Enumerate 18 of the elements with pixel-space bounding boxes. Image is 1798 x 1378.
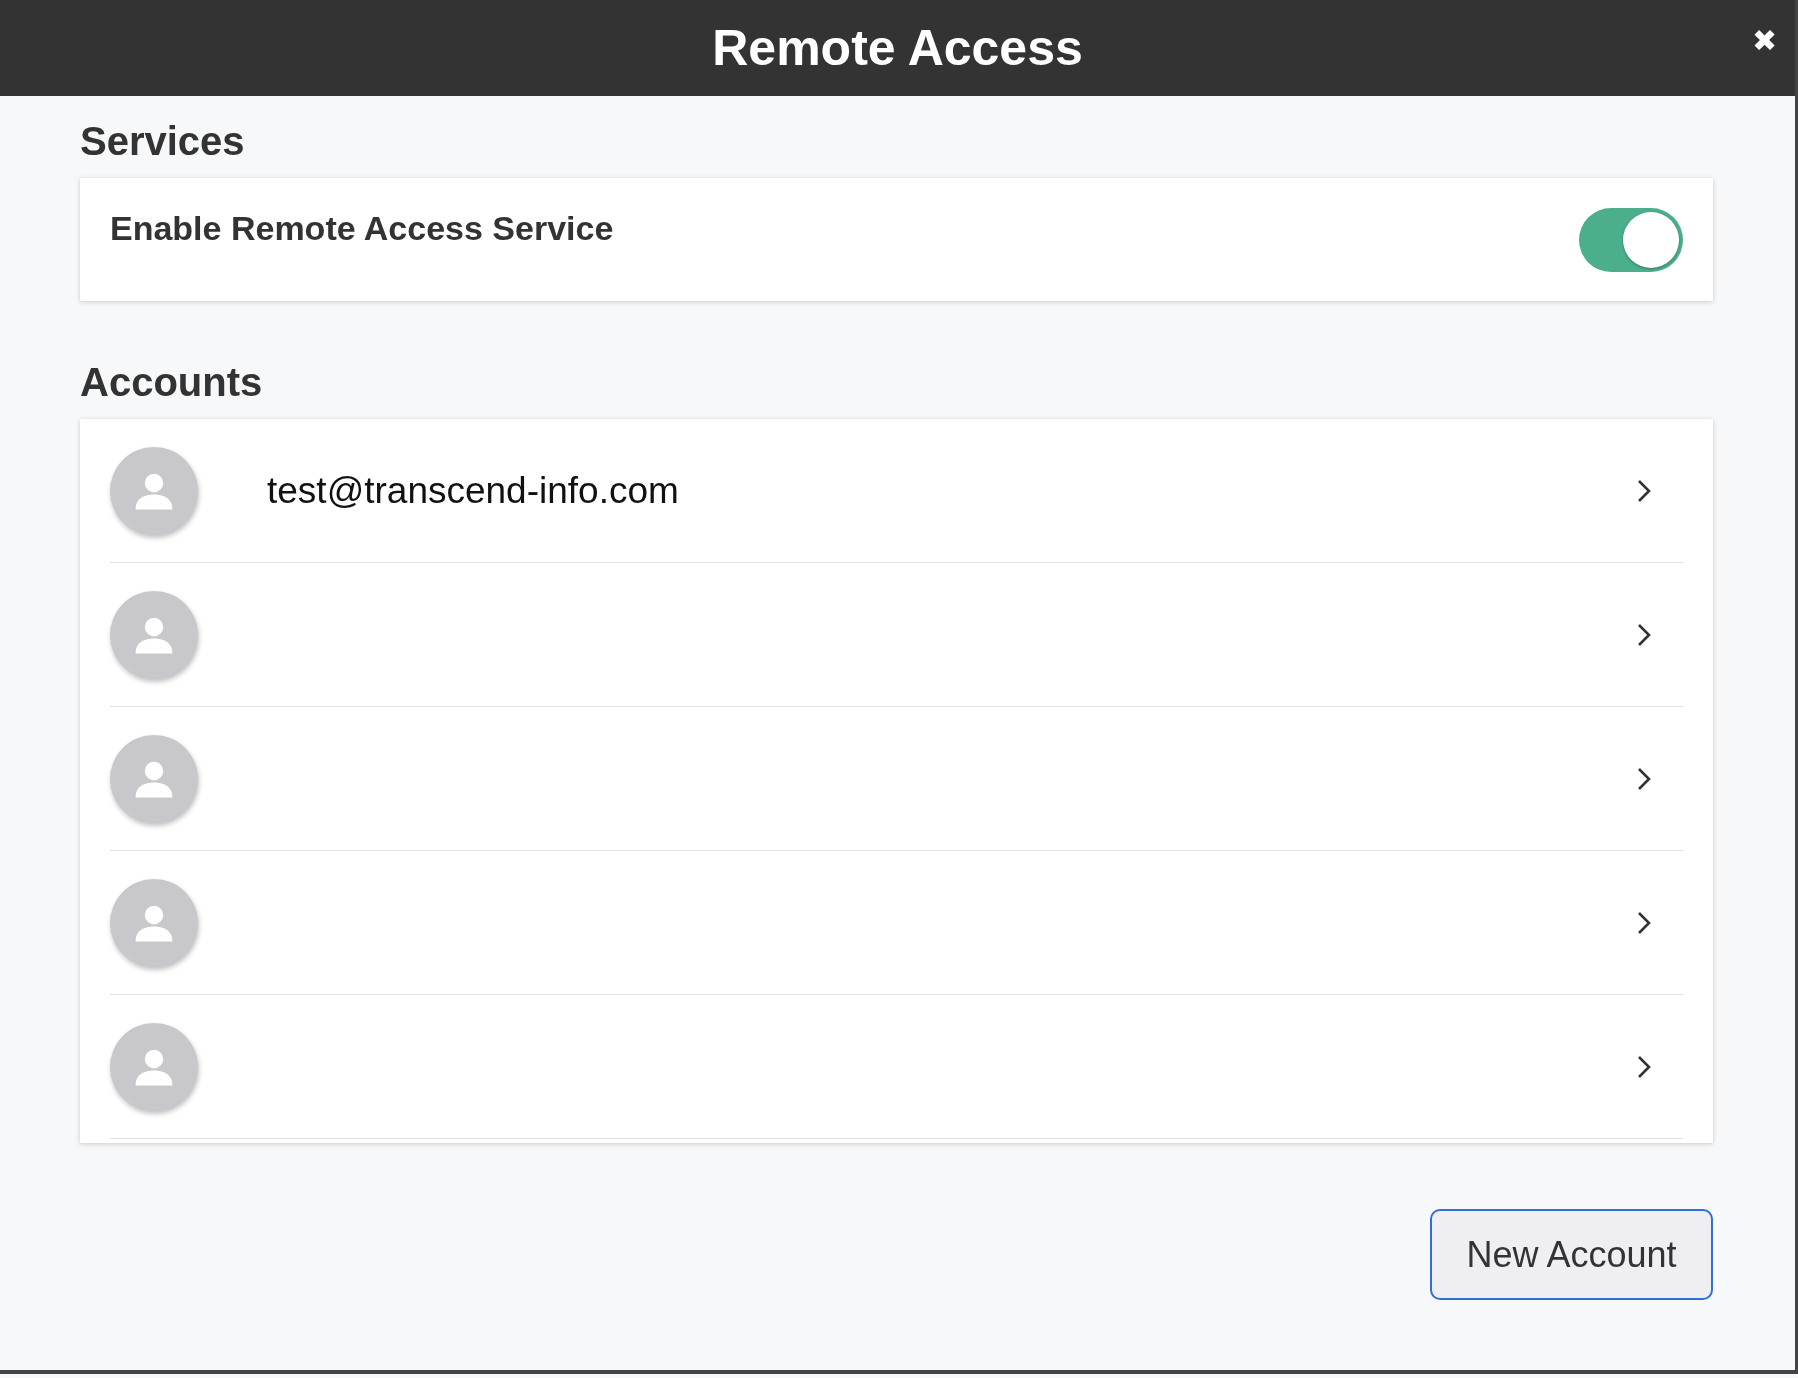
- chevron-right-icon: [1637, 1054, 1651, 1079]
- chevron-right-icon: [1637, 766, 1651, 791]
- avatar-icon: [110, 878, 198, 967]
- account-email: test@transcend-info.com: [267, 469, 679, 511]
- chevron-right-icon: [1637, 910, 1651, 935]
- avatar-icon: [110, 1022, 198, 1111]
- avatar-icon: [110, 734, 198, 823]
- avatar-icon: [110, 590, 198, 679]
- new-account-button[interactable]: New Account: [1430, 1209, 1713, 1300]
- account-row[interactable]: test@transcend-info.com: [110, 419, 1683, 563]
- section-heading: Accounts: [80, 359, 264, 406]
- close-button[interactable]: ✖: [1752, 26, 1777, 56]
- window-title: Remote Access: [712, 19, 1083, 77]
- section-heading: Services: [80, 118, 246, 165]
- chevron-right-icon: [1637, 622, 1651, 647]
- avatar-icon: [110, 446, 198, 535]
- chevron-right-icon: [1637, 478, 1651, 503]
- service-label: Enable Remote Access Service: [110, 209, 614, 248]
